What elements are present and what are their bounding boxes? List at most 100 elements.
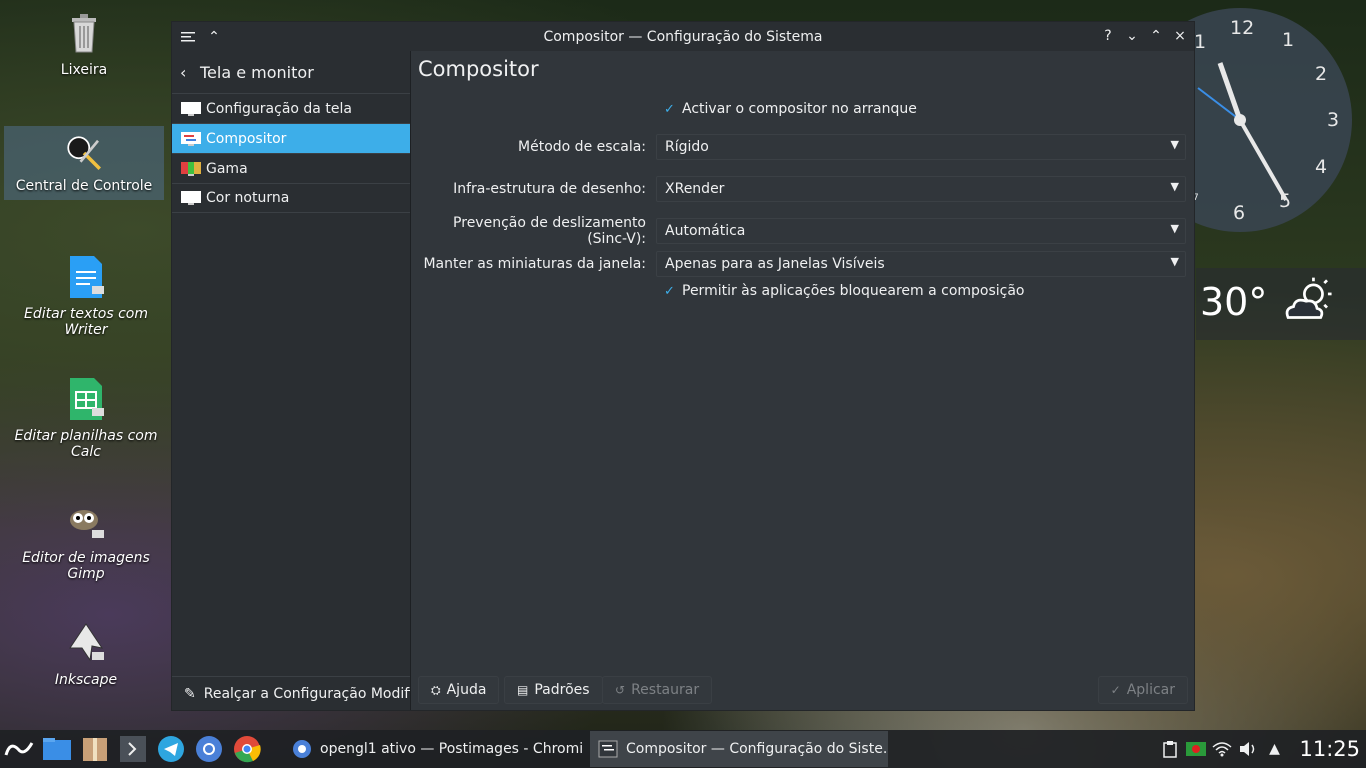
terminal-launcher[interactable] [116, 732, 150, 766]
desktop-icon-calc[interactable]: Editar planilhas com Calc [6, 376, 166, 460]
desktop-icon-writer[interactable]: Editar textos com Writer [6, 254, 166, 338]
settings-window-icon [598, 740, 618, 758]
clipboard-icon[interactable] [1158, 737, 1182, 761]
combo-value: Rígido [665, 139, 709, 155]
clock-number: 1 [1282, 29, 1294, 51]
maximize-button[interactable]: ⌃ [1148, 27, 1164, 45]
desktop-icon-inkscape[interactable]: Inkscape [6, 620, 166, 688]
button-label: Aplicar [1126, 682, 1175, 698]
chromium-launcher[interactable] [192, 732, 226, 766]
window-thumbnails-row: Manter as miniaturas da janela: Apenas p… [412, 249, 1186, 279]
terminal-icon [120, 736, 146, 762]
dropdown-arrow-icon: ▼ [1170, 255, 1179, 268]
dialog-button-bar: ⛭ Ajuda ▤ Padrões ↺ Restaurar ✓ Aplicar [412, 670, 1194, 710]
help-dialog-button[interactable]: ⛭ Ajuda [418, 676, 500, 704]
combo-value: XRender [665, 181, 725, 197]
highlight-changed-settings-button[interactable]: ✎ Realçar a Configuração Modifi [172, 676, 410, 710]
startup-compositor-checkbox[interactable]: ✓ Activar o compositor no arranque [664, 101, 917, 117]
tearing-prevention-combo[interactable]: Automática ▼ [656, 218, 1186, 244]
wifi-icon[interactable] [1210, 737, 1234, 761]
clock-number: 12 [1230, 17, 1254, 39]
clock-number: 1 [1194, 31, 1206, 53]
folder-icon [43, 738, 71, 760]
page-title: Compositor [418, 57, 539, 81]
highlight-changed-label: Realçar a Configuração Modifi [203, 685, 410, 702]
checkbox-label: Permitir às aplicações bloquearem a comp… [682, 283, 1025, 299]
control-center-icon [67, 136, 101, 170]
task-label: Compositor — Configuração do Siste... [626, 741, 888, 757]
defaults-button[interactable]: ▤ Padrões [504, 676, 603, 704]
chromium-icon [196, 736, 222, 762]
minimize-button[interactable]: ⌄ [1124, 27, 1140, 45]
reset-button[interactable]: ↺ Restaurar [602, 676, 713, 704]
clock-number: 2 [1315, 63, 1327, 85]
close-button[interactable]: × [1172, 27, 1188, 45]
button-label: Ajuda [446, 682, 487, 698]
analog-clock-widget: 12 1 2 3 4 5 6 1 7 [1180, 8, 1352, 232]
rendering-backend-row: Infra-estrutura de desenho: XRender ▼ [412, 174, 1186, 204]
check-icon: ✓ [1110, 683, 1121, 697]
gimp-icon [70, 510, 104, 538]
trash-icon [72, 14, 96, 53]
telegram-icon [158, 736, 184, 762]
sidebar-item-label: Cor noturna [206, 190, 290, 206]
sidebar-item-night-color[interactable]: Cor noturna [172, 183, 410, 213]
sidebar-item-label: Gama [206, 160, 248, 177]
package-icon [83, 738, 107, 761]
chrome-launcher[interactable] [230, 732, 264, 766]
field-label: Infra-estrutura de desenho: [453, 181, 646, 197]
dropdown-arrow-icon: ▼ [1170, 180, 1179, 193]
keyboard-layout-icon[interactable] [1184, 737, 1208, 761]
sidebar-item-display-config[interactable]: Configuração da tela [172, 93, 410, 123]
checkmark-icon: ✓ [664, 283, 675, 299]
file-manager-launcher[interactable] [40, 732, 74, 766]
sidebar-back-header[interactable]: ‹ Tela e monitor [172, 51, 410, 93]
weather-temperature: 30° [1200, 280, 1268, 324]
sidebar-item-compositor[interactable]: Compositor [172, 123, 410, 153]
desktop-icon-label: Lixeira [60, 62, 108, 78]
sidebar-item-label: Configuração da tela [206, 100, 352, 117]
window-thumbnails-combo[interactable]: Apenas para as Janelas Visíveis ▼ [656, 251, 1186, 277]
tray-expand-arrow-icon[interactable]: ▲ [1262, 737, 1286, 761]
field-label: Prevenção de deslizamento (Sinc-V): [453, 215, 646, 247]
taskbar-task-system-settings[interactable]: Compositor — Configuração do Siste... [590, 731, 888, 767]
scale-method-row: Método de escala: Rígido ▼ [412, 132, 1186, 162]
partly-cloudy-icon [1285, 277, 1332, 319]
scale-method-combo[interactable]: Rígido ▼ [656, 134, 1186, 160]
sidebar-header-label: Tela e monitor [200, 62, 314, 82]
task-label: opengl1 ativo — Postimages - Chromi... [320, 741, 584, 757]
desktop-icon-gimp[interactable]: Editor de imagens Gimp [6, 498, 166, 582]
field-label: Método de escala: [518, 139, 646, 155]
application-launcher[interactable] [2, 732, 36, 766]
dropdown-arrow-icon: ▼ [1170, 222, 1179, 235]
telegram-launcher[interactable] [154, 732, 188, 766]
system-tray: ▲ 11:25 [1157, 730, 1366, 768]
volume-icon[interactable] [1236, 737, 1260, 761]
button-label: Padrões [534, 682, 590, 698]
archive-launcher[interactable] [78, 732, 112, 766]
desktop-icon-trash[interactable]: Lixeira [4, 10, 164, 78]
clock-number: 6 [1233, 202, 1245, 224]
desktop-icon-label: Editar textos com Writer [24, 306, 148, 338]
clock-number: 3 [1327, 109, 1339, 131]
help-button[interactable]: ? [1100, 27, 1116, 45]
calc-spreadsheet-icon [70, 378, 104, 420]
desktop-icon-label: Editar planilhas com Calc [14, 428, 158, 460]
taskbar-clock[interactable]: 11:25 [1299, 737, 1360, 761]
allow-block-compositing-checkbox[interactable]: ✓ Permitir às aplicações bloquearem a co… [664, 283, 1025, 299]
window-titlebar[interactable]: ⌃ Compositor — Configuração do Sistema ?… [172, 22, 1194, 51]
launcher-logo-icon [4, 742, 34, 756]
combo-value: Automática [665, 223, 746, 239]
desktop-icon-control-center[interactable]: Central de Controle [4, 126, 164, 200]
sidebar-item-gamma[interactable]: Gama [172, 153, 410, 183]
field-label: Manter as miniaturas da janela: [423, 256, 646, 272]
rendering-backend-combo[interactable]: XRender ▼ [656, 176, 1186, 202]
desktop-icon-label: Editor de imagens Gimp [22, 550, 150, 582]
desktop-icon-label: Central de Controle [15, 178, 153, 194]
sidebar-item-label: Compositor [206, 130, 287, 147]
desktop-icon-label: Inkscape [54, 672, 118, 688]
taskbar-task-chromium[interactable]: opengl1 ativo — Postimages - Chromi... [284, 731, 584, 767]
dropdown-arrow-icon: ▼ [1170, 138, 1179, 151]
checkmark-icon: ✓ [664, 101, 675, 117]
apply-button[interactable]: ✓ Aplicar [1097, 676, 1188, 704]
